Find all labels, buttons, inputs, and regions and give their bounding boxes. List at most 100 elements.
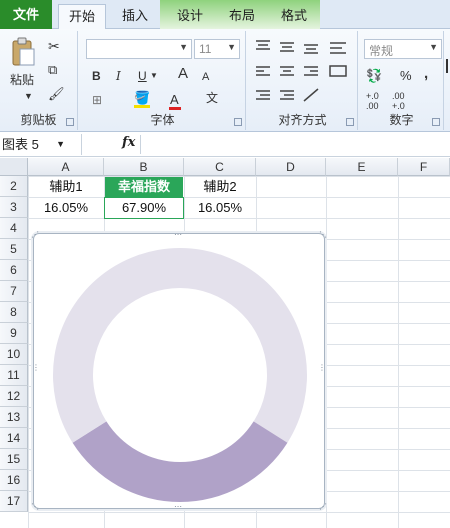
row-header-10[interactable]: 10 — [0, 344, 28, 365]
phonetic-guide-icon[interactable]: 文 — [206, 91, 218, 105]
chart-object[interactable]: ⋯ ⋯ ⋮ ⋮ ⋰ ⋱ ⋱ ⋰ — [31, 231, 327, 511]
name-box-chevron-down-icon[interactable]: ▼ — [56, 134, 65, 155]
ribbon-overflow-indicator — [446, 59, 448, 73]
name-box[interactable]: 图表 5 ▼ — [0, 134, 82, 155]
row-header-13[interactable]: 13 — [0, 407, 28, 428]
alignment-group: 对齐方式 — [248, 31, 358, 130]
column-header-a[interactable]: A — [28, 158, 104, 176]
italic-button[interactable]: I — [116, 69, 121, 83]
cell-a3[interactable]: 16.05% — [28, 197, 104, 218]
chevron-down-icon: ▼ — [179, 42, 188, 52]
row-header-16[interactable]: 16 — [0, 470, 28, 491]
row-header-3[interactable]: 3 — [0, 197, 28, 218]
currency-icon[interactable]: 💱 — [366, 69, 382, 83]
resize-handle-top-right[interactable]: ⋱ — [319, 231, 327, 239]
resize-handle-bottom-left[interactable]: ⋱ — [31, 503, 39, 511]
align-left-icon[interactable] — [256, 66, 270, 76]
decrease-indent-icon[interactable] — [256, 90, 270, 100]
underline-chevron-down-icon[interactable]: ▼ — [150, 69, 158, 83]
donut-chart[interactable] — [34, 234, 326, 510]
increase-decimal-button[interactable]: +.0 .00 — [366, 91, 379, 111]
underline-button[interactable]: U — [138, 69, 147, 83]
number-format-combo[interactable]: 常规 ▼ — [364, 39, 442, 59]
row-header-2[interactable]: 2 — [0, 176, 28, 197]
orientation-icon[interactable] — [303, 88, 319, 102]
font-color-icon[interactable]: A — [170, 93, 179, 107]
resize-handle-bottom[interactable]: ⋯ — [174, 503, 182, 511]
align-right-icon[interactable] — [304, 66, 318, 76]
font-group: ▼ 11 ▼ B I U ▼ A A ⊞ 🪣 A 文 字体 — [80, 31, 246, 130]
donut-slice-2[interactable] — [53, 248, 307, 443]
row-header-7[interactable]: 7 — [0, 281, 28, 302]
align-center-icon[interactable] — [280, 66, 294, 76]
percent-button[interactable]: % — [400, 69, 412, 83]
paste-icon[interactable] — [10, 37, 36, 67]
ribbon: 粘贴 ▼ ✂ ⧉ 🖌 剪贴板 ▼ 11 ▼ B I U ▼ A A ⊞ 🪣 A … — [0, 29, 450, 132]
clipboard-group: 粘贴 ▼ ✂ ⧉ 🖌 剪贴板 — [0, 31, 78, 130]
donut-slice-1[interactable] — [72, 421, 180, 502]
copy-icon[interactable]: ⧉ — [48, 63, 57, 77]
font-launcher-icon[interactable] — [234, 118, 242, 126]
row-header-11[interactable]: 11 — [0, 365, 28, 386]
tab-file[interactable]: 文件 — [0, 0, 52, 30]
font-name-combo[interactable]: ▼ — [86, 39, 192, 59]
row-header-4[interactable]: 4 — [0, 218, 28, 239]
clipboard-launcher-icon[interactable] — [66, 118, 74, 126]
bold-button[interactable]: B — [92, 69, 101, 83]
row-header-5[interactable]: 5 — [0, 239, 28, 260]
alignment-launcher-icon[interactable] — [346, 118, 354, 126]
number-group: 常规 ▼ 💱 % , +.0 .00 .00 +.0 数字 — [360, 31, 444, 130]
shrink-font-button[interactable]: A — [202, 70, 209, 84]
number-group-label: 数字 — [389, 113, 414, 127]
column-header-e[interactable]: E — [326, 158, 398, 176]
cell-a2[interactable]: 辅助1 — [28, 176, 104, 197]
tab-design[interactable]: 设计 — [166, 4, 214, 29]
select-all-corner[interactable] — [0, 158, 28, 176]
cell-b3[interactable]: 67.90% — [104, 197, 184, 219]
tab-home[interactable]: 开始 — [58, 4, 106, 30]
font-size-combo[interactable]: 11 ▼ — [194, 39, 240, 59]
cell-c3[interactable]: 16.05% — [184, 197, 256, 218]
row-header-9[interactable]: 9 — [0, 323, 28, 344]
merge-center-icon[interactable] — [329, 65, 347, 77]
row-header-17[interactable]: 17 — [0, 491, 28, 512]
cell-c2[interactable]: 辅助2 — [184, 176, 256, 197]
tab-layout[interactable]: 布局 — [218, 4, 266, 29]
font-group-label: 字体 — [150, 113, 175, 127]
resize-handle-bottom-right[interactable]: ⋰ — [319, 503, 327, 511]
column-header-d[interactable]: D — [256, 158, 326, 176]
row-header-8[interactable]: 8 — [0, 302, 28, 323]
align-bottom-icon[interactable] — [304, 44, 318, 54]
tab-format[interactable]: 格式 — [270, 4, 318, 29]
fill-color-icon[interactable]: 🪣 — [134, 91, 150, 105]
number-launcher-icon[interactable] — [432, 118, 440, 126]
paste-chevron-down-icon[interactable]: ▼ — [24, 89, 33, 103]
row-header-12[interactable]: 12 — [0, 386, 28, 407]
comma-button[interactable]: , — [424, 66, 428, 81]
row-header-15[interactable]: 15 — [0, 449, 28, 470]
resize-handle-right[interactable]: ⋮ — [318, 364, 326, 372]
grow-font-button[interactable]: A — [178, 66, 188, 81]
row-header-6[interactable]: 6 — [0, 260, 28, 281]
cut-icon[interactable]: ✂ — [48, 39, 60, 53]
resize-handle-left[interactable]: ⋮ — [32, 364, 40, 372]
row-header-14[interactable]: 14 — [0, 428, 28, 449]
column-header-b[interactable]: B — [104, 158, 184, 176]
resize-handle-top[interactable]: ⋯ — [174, 231, 182, 239]
decrease-decimal-button[interactable]: .00 +.0 — [392, 91, 405, 111]
paste-label[interactable]: 粘贴 — [10, 73, 34, 87]
border-icon[interactable]: ⊞ — [92, 93, 102, 107]
format-painter-icon[interactable]: 🖌 — [48, 87, 65, 101]
alignment-buttons — [256, 40, 347, 102]
increase-indent-icon[interactable] — [280, 90, 294, 100]
donut-slice-3[interactable] — [180, 421, 288, 502]
wrap-text-icon[interactable] — [330, 42, 346, 54]
align-top-icon[interactable] — [256, 40, 270, 50]
cell-b2[interactable]: 幸福指数 — [105, 177, 183, 197]
column-header-f[interactable]: F — [398, 158, 450, 176]
resize-handle-top-left[interactable]: ⋰ — [31, 231, 39, 239]
insert-function-icon[interactable]: fx — [122, 135, 135, 150]
column-header-c[interactable]: C — [184, 158, 256, 176]
tab-insert[interactable]: 插入 — [112, 4, 158, 29]
align-middle-icon[interactable] — [280, 42, 294, 52]
